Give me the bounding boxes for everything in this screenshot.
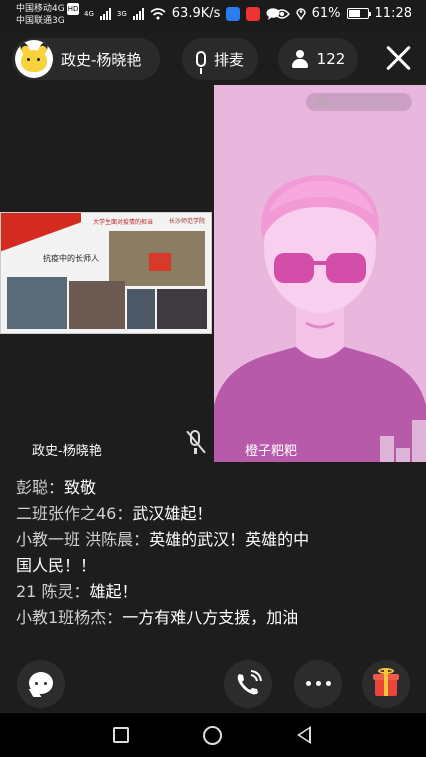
chat-text: 一方有难八方支援，加油 <box>122 608 299 627</box>
more-button[interactable] <box>294 660 342 708</box>
chat-sender: 21 陈灵： <box>16 582 90 601</box>
slide-photo-4 <box>127 289 155 329</box>
hd-badge: HD <box>66 3 80 15</box>
slide-photo-5 <box>157 289 207 329</box>
host-name: 政史-杨晓艳 <box>61 50 142 69</box>
slide-photo-3 <box>69 281 125 329</box>
system-nav-bar <box>0 713 426 757</box>
chat-sender: 小教一班 洪陈晨： <box>16 530 150 549</box>
eye-icon <box>273 8 290 19</box>
mic-muted-icon[interactable] <box>186 430 206 456</box>
left-stream-name: 政史-杨晓艳 <box>32 444 102 459</box>
right-stream-name: 橙子粑粑 <box>245 444 298 459</box>
wifi-icon <box>150 7 166 19</box>
chat-message: 彭聪：致敬 <box>16 475 316 501</box>
chat-text: 致敬 <box>64 478 97 497</box>
chat-message: 小教1班杨杰：一方有难八方支援，加油 <box>16 605 316 631</box>
room-id-badge: ID:11706381 <box>306 93 412 111</box>
carrier-1: 中国移动4G <box>16 4 65 14</box>
person-icon <box>291 50 309 68</box>
net-label-1: 4G <box>84 9 94 18</box>
pikachu-avatar-icon[interactable] <box>15 40 53 78</box>
chat-list[interactable]: 彭聪：致敬 二班张作之46：武汉雄起！ 小教一班 洪陈晨：英雄的武汉！英雄的中国人民… <box>16 475 316 631</box>
camera-icon <box>316 98 328 106</box>
chat-bubble-icon <box>29 672 53 694</box>
network-speed: 63.9K/s <box>171 6 221 21</box>
chat-button[interactable] <box>17 660 65 708</box>
carrier-info: 中国移动4G HD 中国联通3G <box>16 3 80 27</box>
shared-slide-video[interactable]: 大学生面对疫情的担当 长沙师范学院 抗疫中的长师人 <box>0 212 212 334</box>
close-icon[interactable] <box>384 44 412 72</box>
chat-sender: 二班张作之46： <box>16 504 133 523</box>
camera-video[interactable]: ID:11706381 <box>214 85 426 462</box>
chat-message: 小教一班 洪陈晨：英雄的武汉！英雄的中国人民！！ <box>16 527 316 579</box>
signal-icon-2 <box>132 7 144 20</box>
chat-text: 武汉雄起！ <box>132 504 213 523</box>
network-info: 4G 3G 63.9K/s <box>84 6 280 21</box>
default-avatar-illustration <box>214 175 426 462</box>
nav-home-icon[interactable] <box>203 726 222 745</box>
chat-sender: 彭聪： <box>16 478 65 497</box>
net-label-2: 3G <box>116 9 127 18</box>
chat-text: 雄起！ <box>89 582 138 601</box>
host-info[interactable]: 政史-杨晓艳 <box>12 38 160 80</box>
queue-button[interactable]: 排麦 <box>182 38 258 80</box>
carrier-2: 中国联通3G <box>16 16 65 26</box>
status-bar: 中国移动4G HD 中国联通3G 4G 3G 63.9K/s 61% 11:28 <box>0 0 426 30</box>
viewer-count-button[interactable]: 122 <box>278 38 358 80</box>
app-notification-icon <box>226 6 241 21</box>
clock: 11:28 <box>374 6 412 21</box>
slide-photo-2 <box>7 277 67 329</box>
location-icon <box>295 8 306 20</box>
viewer-count: 122 <box>316 50 346 68</box>
nav-back-icon[interactable] <box>297 726 311 744</box>
gift-button[interactable] <box>362 660 410 708</box>
chat-message: 二班张作之46：武汉雄起！ <box>16 501 316 527</box>
system-info: 61% 11:28 <box>273 6 412 21</box>
slide-title: 大学生面对疫情的担当 <box>93 219 154 226</box>
signal-icon <box>99 7 111 20</box>
slide-logo: 长沙师范学院 <box>168 218 205 225</box>
slide-caption: 抗疫中的长师人 <box>43 254 99 263</box>
chat-message: 21 陈灵：雄起！ <box>16 579 316 605</box>
app-notification-icon-2 <box>246 6 261 21</box>
room-id: ID:11706381 <box>332 96 397 108</box>
nav-recents-icon[interactable] <box>113 727 129 743</box>
more-icon <box>306 681 331 686</box>
slide-photo-detail <box>149 253 171 271</box>
battery-icon <box>346 8 371 19</box>
battery-percent: 61% <box>311 6 341 21</box>
queue-label: 排麦 <box>213 50 244 69</box>
mic-icon <box>195 51 206 74</box>
volume-bars <box>380 420 426 462</box>
chat-sender: 小教1班杨杰： <box>16 608 123 627</box>
live-header: 政史-杨晓艳 排麦 122 <box>0 30 426 86</box>
call-button[interactable] <box>224 660 272 708</box>
phone-icon <box>237 670 262 695</box>
flag-graphic <box>1 213 81 253</box>
